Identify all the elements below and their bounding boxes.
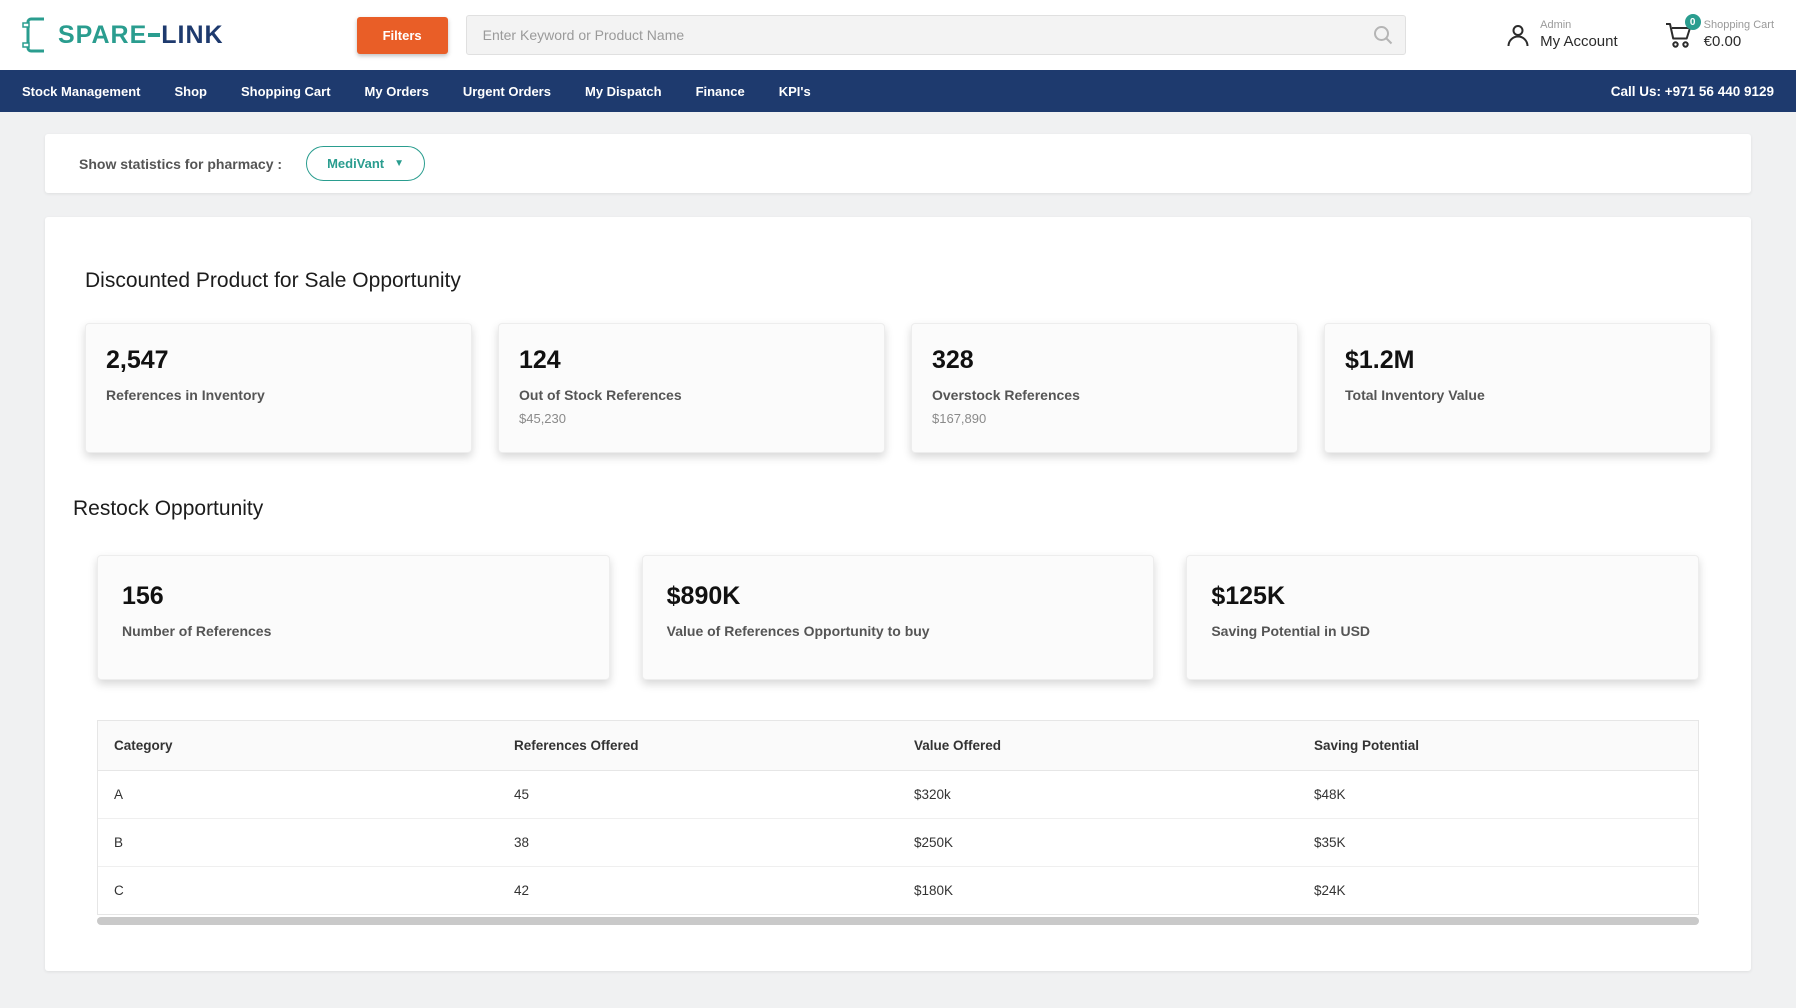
cell-saving: $48K — [1298, 771, 1698, 819]
logo-part-link: LINK — [161, 21, 223, 50]
stat-value: $1.2M — [1345, 346, 1690, 375]
cell-value: $250K — [898, 819, 1298, 867]
search-icon[interactable] — [1372, 24, 1394, 46]
stat-sub-value: $167,890 — [932, 411, 1277, 426]
stat-label: Number of References — [122, 623, 585, 639]
cell-saving: $24K — [1298, 867, 1698, 915]
cart-amount: €0.00 — [1704, 33, 1774, 52]
nav-item-stock-management[interactable]: Stock Management — [22, 84, 140, 99]
my-account-menu[interactable]: Admin My Account — [1504, 19, 1618, 52]
pharmacy-select-dropdown[interactable]: MediVant ▼ — [306, 146, 425, 181]
user-icon — [1504, 21, 1532, 49]
stat-label: Value of References Opportunity to buy — [667, 623, 1130, 639]
pharmacy-selected-value: MediVant — [327, 156, 384, 171]
stat-card-references-in-inventory: 2,547 References in Inventory — [85, 323, 472, 453]
column-header-references-offered: References Offered — [498, 721, 898, 771]
account-label: My Account — [1540, 33, 1618, 52]
dashboard-main-card: Discounted Product for Sale Opportunity … — [45, 217, 1751, 971]
column-header-saving-potential: Saving Potential — [1298, 721, 1698, 771]
sparelink-logo-icon — [22, 14, 52, 56]
stat-value: $890K — [667, 582, 1130, 611]
nav-item-shopping-cart[interactable]: Shopping Cart — [241, 84, 331, 99]
logo-part-spare: SPARE — [58, 21, 147, 50]
cell-category: B — [98, 819, 498, 867]
cell-references: 38 — [498, 819, 898, 867]
stat-value: 328 — [932, 346, 1277, 375]
table-header: Category References Offered Value Offere… — [98, 721, 1698, 771]
nav-item-urgent-orders[interactable]: Urgent Orders — [463, 84, 551, 99]
nav-item-shop[interactable]: Shop — [174, 84, 207, 99]
pharmacy-selector-label: Show statistics for pharmacy : — [79, 156, 282, 172]
stat-sub-value: $45,230 — [519, 411, 864, 426]
restock-section-title: Restock Opportunity — [73, 497, 1711, 521]
account-role: Admin — [1540, 19, 1618, 33]
cart-texts: Shopping Cart €0.00 — [1704, 19, 1774, 52]
filters-button[interactable]: Filters — [357, 17, 448, 54]
main-navbar: Stock Management Shop Shopping Cart My O… — [0, 70, 1796, 112]
nav-item-finance[interactable]: Finance — [696, 84, 745, 99]
stat-label: Overstock References — [932, 387, 1277, 403]
discount-stats-grid: 2,547 References in Inventory 124 Out of… — [85, 323, 1711, 453]
chevron-down-icon: ▼ — [394, 158, 404, 169]
cell-category: A — [98, 771, 498, 819]
column-header-value-offered: Value Offered — [898, 721, 1298, 771]
stat-card-saving-potential: $125K Saving Potential in USD — [1186, 555, 1699, 680]
stat-card-out-of-stock: 124 Out of Stock References $45,230 — [498, 323, 885, 453]
stat-label: References in Inventory — [106, 387, 451, 403]
search-input[interactable] — [466, 15, 1406, 55]
stat-value: 2,547 — [106, 346, 451, 375]
restock-stats-grid: 156 Number of References $890K Value of … — [97, 555, 1699, 680]
cell-value: $320k — [898, 771, 1298, 819]
sparelink-logo-text: SPARE LINK — [58, 21, 224, 50]
cell-references: 42 — [498, 867, 898, 915]
stat-value: $125K — [1211, 582, 1674, 611]
cart-label: Shopping Cart — [1704, 19, 1774, 33]
cell-category: C — [98, 867, 498, 915]
cell-value: $180K — [898, 867, 1298, 915]
call-us-text: Call Us: +971 56 440 9129 — [1611, 84, 1774, 99]
top-header: SPARE LINK Filters Admin My Account — [0, 0, 1796, 70]
stat-value: 124 — [519, 346, 864, 375]
stat-label: Out of Stock References — [519, 387, 864, 403]
nav-item-kpis[interactable]: KPI's — [779, 84, 811, 99]
shopping-cart-menu[interactable]: 0 Shopping Cart €0.00 — [1664, 19, 1774, 52]
table-row[interactable]: C 42 $180K $24K — [98, 867, 1698, 915]
stat-label: Saving Potential in USD — [1211, 623, 1674, 639]
stat-card-value-opportunity: $890K Value of References Opportunity to… — [642, 555, 1155, 680]
logo-dash — [148, 33, 160, 37]
cell-references: 45 — [498, 771, 898, 819]
table-row[interactable]: B 38 $250K $35K — [98, 819, 1698, 867]
nav-items: Stock Management Shop Shopping Cart My O… — [22, 84, 811, 99]
cell-saving: $35K — [1298, 819, 1698, 867]
stat-value: 156 — [122, 582, 585, 611]
nav-item-my-dispatch[interactable]: My Dispatch — [585, 84, 662, 99]
sparelink-logo[interactable]: SPARE LINK — [22, 14, 224, 56]
discount-section-title: Discounted Product for Sale Opportunity — [85, 269, 1711, 293]
account-texts: Admin My Account — [1540, 19, 1618, 52]
table-row[interactable]: A 45 $320k $48K — [98, 771, 1698, 819]
nav-item-my-orders[interactable]: My Orders — [365, 84, 429, 99]
cart-icon-wrap: 0 — [1664, 21, 1694, 49]
table-horizontal-scrollbar[interactable] — [97, 917, 1699, 925]
pharmacy-selector-card: Show statistics for pharmacy : MediVant … — [45, 134, 1751, 193]
cart-count-badge: 0 — [1685, 14, 1701, 30]
stat-label: Total Inventory Value — [1345, 387, 1690, 403]
restock-category-table: Category References Offered Value Offere… — [97, 720, 1699, 915]
stat-card-number-of-references: 156 Number of References — [97, 555, 610, 680]
stat-card-total-inventory-value: $1.2M Total Inventory Value — [1324, 323, 1711, 453]
stat-card-overstock: 328 Overstock References $167,890 — [911, 323, 1298, 453]
search-bar — [466, 15, 1406, 55]
column-header-category: Category — [98, 721, 498, 771]
